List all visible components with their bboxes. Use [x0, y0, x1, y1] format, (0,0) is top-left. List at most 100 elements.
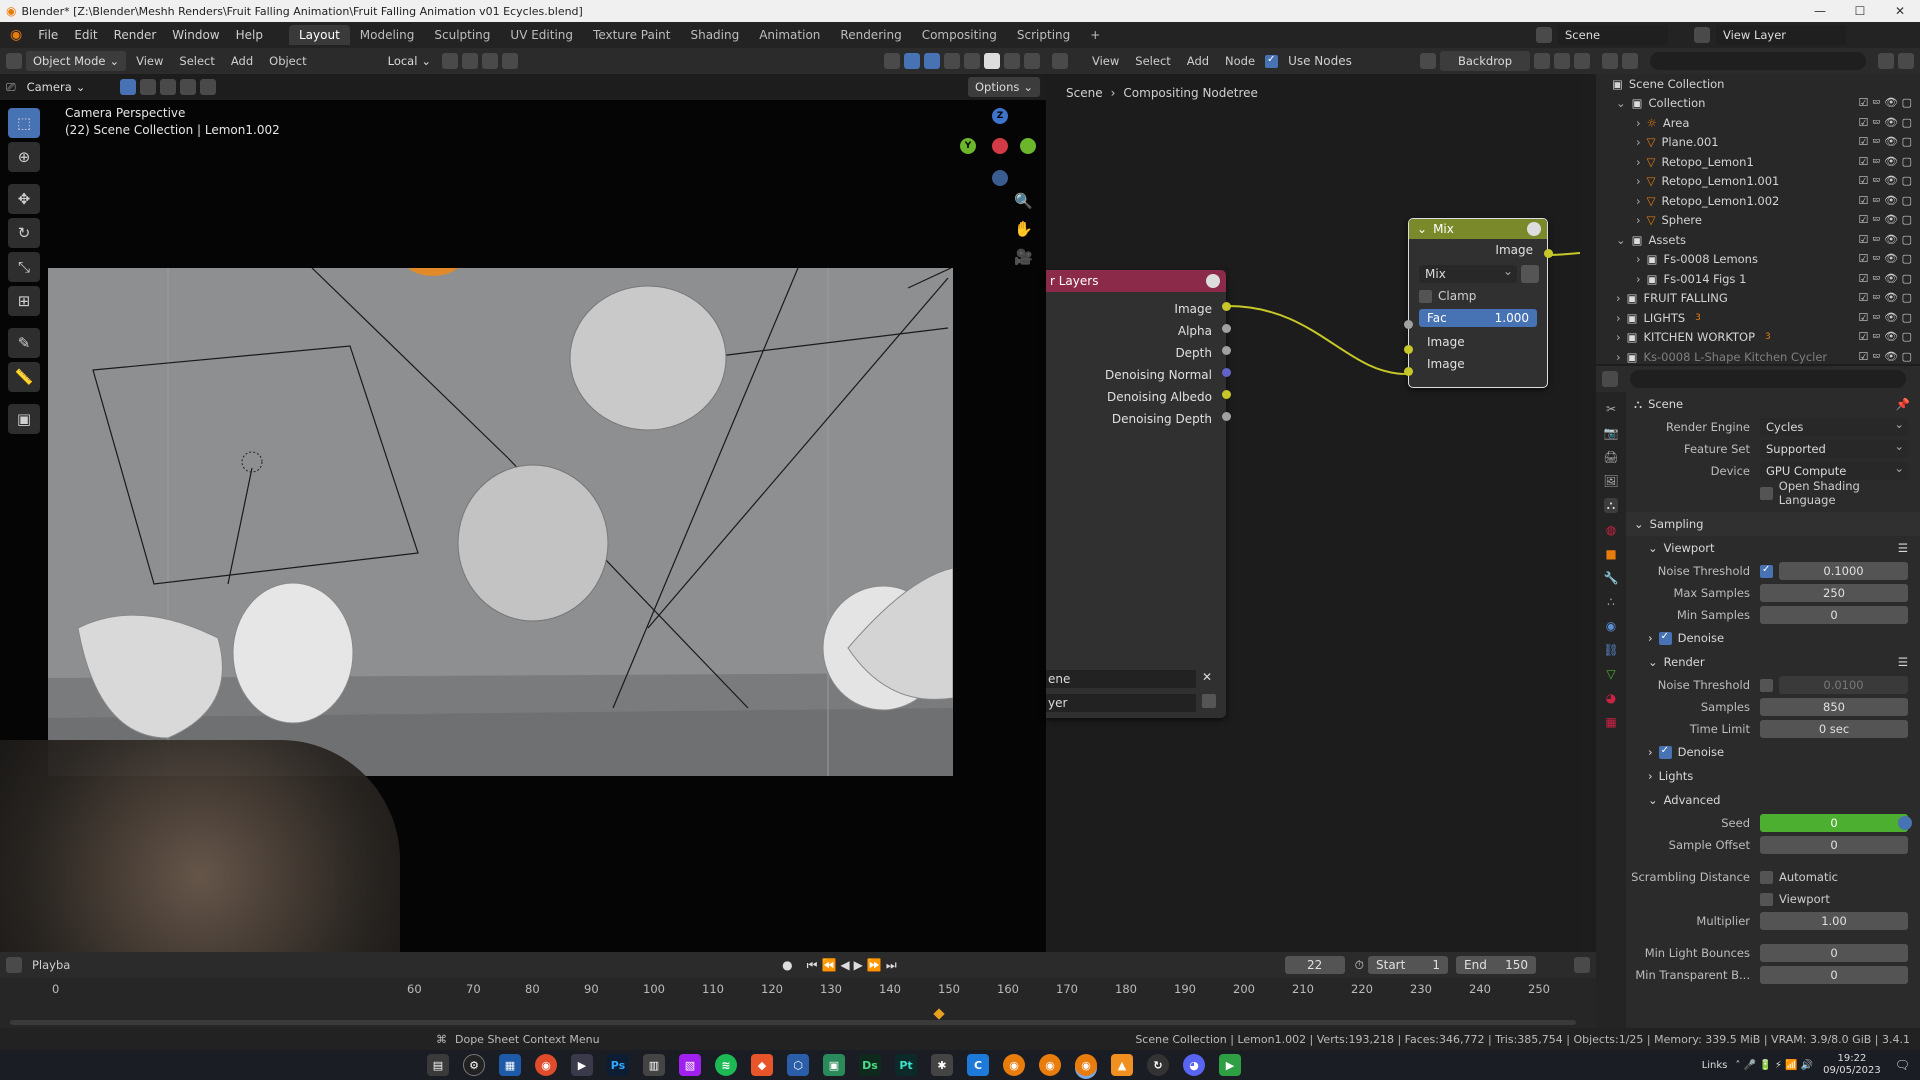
close-icon[interactable]: ✕	[1880, 0, 1920, 22]
outliner-item[interactable]: › ▣ Fs-0008 Lemons ☑ ⮹ 👁 ▢	[1596, 250, 1920, 270]
node-menu-select[interactable]: Select	[1129, 54, 1176, 68]
tool-app-icon[interactable]: ✱	[931, 1054, 953, 1076]
layer-browse-icon[interactable]	[1202, 694, 1216, 708]
outliner-item[interactable]: ⌄ ▣ Assets ☑ ⮹ 👁 ▢	[1596, 230, 1920, 250]
camera-dropdown[interactable]: Camera ⌄	[20, 77, 93, 97]
expand-arrow-icon[interactable]: ⌄	[1616, 96, 1626, 110]
rotate-tool-icon[interactable]: ↻	[8, 218, 40, 248]
menu-edit[interactable]: Edit	[66, 28, 105, 42]
clock-icon[interactable]: ⏱	[1355, 958, 1364, 973]
animate-seed-icon[interactable]	[1898, 816, 1912, 830]
socket-alpha[interactable]	[1222, 324, 1231, 333]
blender-active-taskbar-icon[interactable]: ◉	[1075, 1054, 1097, 1076]
rendered-shading-icon[interactable]	[1024, 53, 1040, 69]
scrambling-viewport-checkbox[interactable]	[1760, 892, 1773, 906]
view-layer-tab-icon[interactable]: 🖼	[1603, 474, 1618, 488]
node-menu-node[interactable]: Node	[1219, 54, 1261, 68]
transform-tool-icon[interactable]: ⊞	[8, 286, 40, 316]
filter-icon[interactable]	[1878, 53, 1894, 69]
expand-arrow-icon[interactable]: ›	[1636, 252, 1641, 266]
visibility-toggles-icon[interactable]: ☑ ⮹ 👁 ▢	[1858, 213, 1912, 227]
expand-arrow-icon[interactable]: ›	[1636, 194, 1641, 208]
modifier-tab-icon[interactable]: 🔧	[1604, 571, 1619, 585]
socket-image[interactable]	[1222, 302, 1231, 311]
expand-arrow-icon[interactable]: ›	[1636, 174, 1641, 188]
blender-taskbar-icon[interactable]: ◉	[1003, 1054, 1025, 1076]
clear-scene-icon[interactable]: ✕	[1202, 670, 1212, 684]
visibility-toggles-icon[interactable]: ☑ ⮹ 👁 ▢	[1858, 155, 1912, 169]
jump-keyframe-back-icon[interactable]: ⏪	[821, 958, 836, 972]
compact-app-icon[interactable]: C	[967, 1054, 989, 1076]
advanced-subpanel-header[interactable]: ⌄ Advanced	[1626, 788, 1920, 812]
gizmo-z-axis[interactable]: Z	[992, 108, 1008, 124]
collapse-icon[interactable]: ⌄	[1417, 222, 1427, 236]
visibility-toggles-icon[interactable]: ☑ ⮹ 👁 ▢	[1858, 116, 1912, 130]
tab-sculpting[interactable]: Sculpting	[424, 25, 500, 45]
pan-hand-icon[interactable]: ✋	[1014, 220, 1033, 238]
world-tab-icon[interactable]: ◍	[1606, 523, 1616, 537]
tab-layout[interactable]: Layout	[288, 25, 350, 45]
editor-type-icon[interactable]	[6, 53, 22, 69]
viewport-subpanel-header[interactable]: ⌄ Viewport ☰	[1626, 536, 1920, 560]
render-presets-icon[interactable]: ☰	[1898, 655, 1908, 669]
expand-arrow-icon[interactable]: ›	[1616, 291, 1621, 305]
min-light-bounces-field[interactable]: 0	[1760, 944, 1908, 962]
visibility-toggles-icon[interactable]: ☑ ⮹ 👁 ▢	[1858, 233, 1912, 247]
clock[interactable]: 19:22 09/05/2023	[1823, 1053, 1881, 1077]
minimize-icon[interactable]: —	[1800, 0, 1840, 22]
expand-arrow-icon[interactable]: ›	[1616, 330, 1621, 344]
visibility-toggles-icon[interactable]: ☑ ⮹ 👁 ▢	[1858, 291, 1912, 305]
node-editor-type-icon[interactable]	[1052, 53, 1068, 69]
mix-node[interactable]: ⌄ Mix Image Mix Clamp Fac 1.000 Image Im…	[1404, 218, 1553, 388]
tab-compositing[interactable]: Compositing	[912, 25, 1007, 45]
vlc-icon[interactable]: ▲	[1111, 1054, 1133, 1076]
outliner-item[interactable]: › ▽ Plane.001 ☑ ⮹ 👁 ▢	[1596, 133, 1920, 153]
lights-subpanel-header[interactable]: › Lights	[1626, 764, 1920, 788]
calculator-app-icon[interactable]: ▦	[499, 1054, 521, 1076]
expand-arrow-icon[interactable]: ›	[1636, 135, 1641, 149]
notes-app-icon[interactable]: ▥	[643, 1054, 665, 1076]
viewport-noise-threshold-checkbox[interactable]	[1760, 564, 1773, 578]
overlay-icon[interactable]	[924, 53, 940, 69]
timeline-editor-icon[interactable]	[6, 957, 22, 973]
mode-dropdown[interactable]: Object Mode ⌄	[26, 51, 127, 71]
socket-depth[interactable]	[1222, 346, 1231, 355]
outliner-root[interactable]: ▣ Scene Collection	[1596, 74, 1920, 94]
view-layer-selector[interactable]: View Layer	[1716, 25, 1846, 45]
add-workspace-button[interactable]: +	[1080, 25, 1110, 45]
visibility-toggles-icon[interactable]: ☑ ⮹ 👁 ▢	[1858, 96, 1912, 110]
render-denoise-checkbox[interactable]	[1658, 745, 1672, 759]
annotate-tool-icon[interactable]: ✎	[8, 328, 40, 358]
channel-alpha-icon[interactable]	[1554, 53, 1570, 69]
visibility-toggles-icon[interactable]: ☑ ⮹ 👁 ▢	[1858, 194, 1912, 208]
photoshop-icon[interactable]: Ps	[607, 1054, 629, 1076]
tool-tab-icon[interactable]: ✂	[1606, 402, 1616, 416]
xray-icon[interactable]	[944, 53, 960, 69]
render-tab-icon[interactable]: 📷	[1604, 426, 1619, 440]
jump-keyframe-forward-icon[interactable]: ⏩	[867, 958, 882, 972]
blend-mode-dropdown[interactable]: Mix	[1419, 262, 1517, 283]
expand-arrow-icon[interactable]: ›	[1636, 213, 1641, 227]
scene-field[interactable]: ene	[1046, 670, 1196, 688]
visibility-toggles-icon[interactable]: ☑ ⮹ 👁 ▢	[1858, 350, 1912, 364]
tray-icons[interactable]: ˄ 🎤 🔋 ⚡ 📶 🔊	[1735, 1060, 1813, 1071]
play-icon[interactable]: ▶	[854, 958, 863, 972]
socket-denoising-normal[interactable]	[1222, 368, 1231, 377]
solid-shading-icon[interactable]	[984, 53, 1000, 69]
substance-painter-icon[interactable]: Pt	[895, 1054, 917, 1076]
use-nodes-checkbox[interactable]	[1265, 54, 1279, 68]
mix-header[interactable]: ⌄ Mix	[1409, 219, 1547, 239]
wireframe-shading-icon[interactable]	[964, 53, 980, 69]
pin-properties-icon[interactable]: 📌	[1896, 397, 1910, 411]
automatic-checkbox[interactable]	[1760, 870, 1773, 884]
substance-designer-icon[interactable]: Ds	[859, 1054, 881, 1076]
outliner-item[interactable]: › ▣ Fs-0014 Figs 1 ☑ ⮹ 👁 ▢	[1596, 269, 1920, 289]
add-cube-tool-icon[interactable]: ▣	[8, 404, 40, 434]
transform-orientation-dropdown[interactable]: Local ⌄	[380, 51, 439, 71]
gizmo-neg-z-axis[interactable]	[992, 170, 1008, 186]
seed-field[interactable]: 0	[1760, 814, 1908, 832]
node-menu-add[interactable]: Add	[1181, 54, 1215, 68]
outliner-item[interactable]: › ▣ FRUIT FALLING ☑ ⮹ 👁 ▢	[1596, 289, 1920, 309]
proportional-edit-icon[interactable]	[502, 53, 519, 69]
mix-socket-fac[interactable]	[1404, 320, 1413, 329]
